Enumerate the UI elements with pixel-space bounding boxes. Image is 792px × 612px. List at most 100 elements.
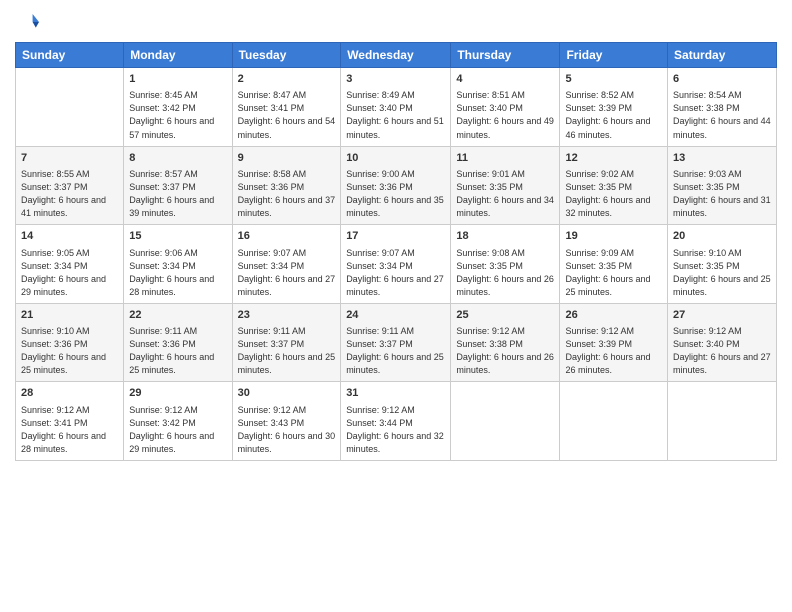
calendar-cell: 31 Sunrise: 9:12 AMSunset: 3:44 PMDayligh… [341, 382, 451, 461]
cell-content: Sunrise: 9:10 AMSunset: 3:36 PMDaylight:… [21, 325, 118, 377]
col-saturday: Saturday [668, 43, 777, 68]
day-number: 5 [565, 72, 662, 87]
calendar-cell [451, 382, 560, 461]
calendar-cell: 7 Sunrise: 8:55 AMSunset: 3:37 PMDaylight… [16, 146, 124, 225]
day-number: 30 [238, 386, 336, 401]
calendar-cell: 14 Sunrise: 9:05 AMSunset: 3:34 PMDayligh… [16, 225, 124, 304]
calendar-cell: 28Sunrise: 9:12 AMSunset: 3:41 PMDayligh… [16, 382, 124, 461]
day-number: 28 [21, 386, 118, 401]
cell-content: Sunrise: 9:12 AMSunset: 3:43 PMDaylight:… [238, 404, 336, 456]
cell-content: Sunrise: 8:57 AMSunset: 3:37 PMDaylight:… [129, 168, 226, 220]
cell-content: Sunrise: 9:11 AMSunset: 3:37 PMDaylight:… [238, 325, 336, 377]
cell-content: Sunrise: 9:12 AMSunset: 3:39 PMDaylight:… [565, 325, 662, 377]
day-number: 20 [673, 229, 771, 244]
calendar-cell: 1 Sunrise: 8:45 AMSunset: 3:42 PMDaylight… [124, 68, 232, 147]
calendar-cell: 19 Sunrise: 9:09 AMSunset: 3:35 PMDayligh… [560, 225, 668, 304]
calendar-cell: 30 Sunrise: 9:12 AMSunset: 3:43 PMDayligh… [232, 382, 341, 461]
calendar-cell: 5 Sunrise: 8:52 AMSunset: 3:39 PMDaylight… [560, 68, 668, 147]
header-row: Sunday Monday Tuesday Wednesday Thursday… [16, 43, 777, 68]
cell-content: Sunrise: 9:10 AMSunset: 3:35 PMDaylight:… [673, 247, 771, 299]
day-number: 29 [129, 386, 226, 401]
logo-icon [15, 10, 39, 34]
cell-content: Sunrise: 9:12 AMSunset: 3:44 PMDaylight:… [346, 404, 445, 456]
col-tuesday: Tuesday [232, 43, 341, 68]
day-number: 27 [673, 308, 771, 323]
day-number: 3 [346, 72, 445, 87]
cell-content: Sunrise: 9:00 AMSunset: 3:36 PMDaylight:… [346, 168, 445, 220]
calendar-cell [16, 68, 124, 147]
cell-content: Sunrise: 9:01 AMSunset: 3:35 PMDaylight:… [456, 168, 554, 220]
cell-content: Sunrise: 8:49 AMSunset: 3:40 PMDaylight:… [346, 89, 445, 141]
calendar-cell [668, 382, 777, 461]
day-number: 16 [238, 229, 336, 244]
calendar-cell: 16 Sunrise: 9:07 AMSunset: 3:34 PMDayligh… [232, 225, 341, 304]
col-thursday: Thursday [451, 43, 560, 68]
cell-content: Sunrise: 9:03 AMSunset: 3:35 PMDaylight:… [673, 168, 771, 220]
cell-content: Sunrise: 9:02 AMSunset: 3:35 PMDaylight:… [565, 168, 662, 220]
day-number: 14 [21, 229, 118, 244]
calendar-cell: 4 Sunrise: 8:51 AMSunset: 3:40 PMDaylight… [451, 68, 560, 147]
day-number: 18 [456, 229, 554, 244]
logo [15, 10, 43, 34]
day-number: 31 [346, 386, 445, 401]
col-wednesday: Wednesday [341, 43, 451, 68]
cell-content: Sunrise: 9:06 AMSunset: 3:34 PMDaylight:… [129, 247, 226, 299]
cell-content: Sunrise: 8:52 AMSunset: 3:39 PMDaylight:… [565, 89, 662, 141]
calendar-cell: 13 Sunrise: 9:03 AMSunset: 3:35 PMDayligh… [668, 146, 777, 225]
col-monday: Monday [124, 43, 232, 68]
calendar-row: 28Sunrise: 9:12 AMSunset: 3:41 PMDayligh… [16, 382, 777, 461]
cell-content: Sunrise: 8:51 AMSunset: 3:40 PMDaylight:… [456, 89, 554, 141]
day-number: 9 [238, 151, 336, 166]
day-number: 25 [456, 308, 554, 323]
calendar-table: Sunday Monday Tuesday Wednesday Thursday… [15, 42, 777, 461]
day-number: 11 [456, 151, 554, 166]
calendar-cell: 2Sunrise: 8:47 AMSunset: 3:41 PMDaylight… [232, 68, 341, 147]
cell-content: Sunrise: 8:55 AMSunset: 3:37 PMDaylight:… [21, 168, 118, 220]
day-number: 22 [129, 308, 226, 323]
day-number: 6 [673, 72, 771, 87]
day-number: 2 [238, 72, 336, 87]
day-number: 8 [129, 151, 226, 166]
day-number: 7 [21, 151, 118, 166]
day-number: 10 [346, 151, 445, 166]
cell-content: Sunrise: 9:09 AMSunset: 3:35 PMDaylight:… [565, 247, 662, 299]
cell-content: Sunrise: 9:07 AMSunset: 3:34 PMDaylight:… [346, 247, 445, 299]
calendar-cell: 27 Sunrise: 9:12 AMSunset: 3:40 PMDayligh… [668, 303, 777, 382]
calendar-cell: 9 Sunrise: 8:58 AMSunset: 3:36 PMDaylight… [232, 146, 341, 225]
cell-content: Sunrise: 9:05 AMSunset: 3:34 PMDaylight:… [21, 247, 118, 299]
calendar-page: Sunday Monday Tuesday Wednesday Thursday… [0, 0, 792, 612]
cell-content: Sunrise: 9:12 AMSunset: 3:38 PMDaylight:… [456, 325, 554, 377]
day-number: 12 [565, 151, 662, 166]
cell-content: Sunrise: 8:58 AMSunset: 3:36 PMDaylight:… [238, 168, 336, 220]
calendar-cell: 6 Sunrise: 8:54 AMSunset: 3:38 PMDaylight… [668, 68, 777, 147]
calendar-cell: 20 Sunrise: 9:10 AMSunset: 3:35 PMDayligh… [668, 225, 777, 304]
col-friday: Friday [560, 43, 668, 68]
cell-content: Sunrise: 9:11 AMSunset: 3:37 PMDaylight:… [346, 325, 445, 377]
calendar-cell: 15Sunrise: 9:06 AMSunset: 3:34 PMDayligh… [124, 225, 232, 304]
cell-content: Sunrise: 8:54 AMSunset: 3:38 PMDaylight:… [673, 89, 771, 141]
day-number: 21 [21, 308, 118, 323]
cell-content: Sunrise: 9:12 AMSunset: 3:40 PMDaylight:… [673, 325, 771, 377]
cell-content: Sunrise: 9:07 AMSunset: 3:34 PMDaylight:… [238, 247, 336, 299]
calendar-row: 1 Sunrise: 8:45 AMSunset: 3:42 PMDaylight… [16, 68, 777, 147]
day-number: 19 [565, 229, 662, 244]
calendar-cell: 21 Sunrise: 9:10 AMSunset: 3:36 PMDayligh… [16, 303, 124, 382]
header [15, 10, 777, 34]
day-number: 26 [565, 308, 662, 323]
cell-content: Sunrise: 8:45 AMSunset: 3:42 PMDaylight:… [129, 89, 226, 141]
day-number: 1 [129, 72, 226, 87]
day-number: 24 [346, 308, 445, 323]
calendar-cell: 23Sunrise: 9:11 AMSunset: 3:37 PMDayligh… [232, 303, 341, 382]
calendar-cell: 3 Sunrise: 8:49 AMSunset: 3:40 PMDaylight… [341, 68, 451, 147]
day-number: 17 [346, 229, 445, 244]
calendar-cell: 10 Sunrise: 9:00 AMSunset: 3:36 PMDayligh… [341, 146, 451, 225]
calendar-cell: 22Sunrise: 9:11 AMSunset: 3:36 PMDayligh… [124, 303, 232, 382]
calendar-row: 7 Sunrise: 8:55 AMSunset: 3:37 PMDaylight… [16, 146, 777, 225]
day-number: 13 [673, 151, 771, 166]
day-number: 4 [456, 72, 554, 87]
calendar-cell: 25 Sunrise: 9:12 AMSunset: 3:38 PMDayligh… [451, 303, 560, 382]
col-sunday: Sunday [16, 43, 124, 68]
calendar-cell: 12 Sunrise: 9:02 AMSunset: 3:35 PMDayligh… [560, 146, 668, 225]
cell-content: Sunrise: 9:08 AMSunset: 3:35 PMDaylight:… [456, 247, 554, 299]
calendar-cell: 8 Sunrise: 8:57 AMSunset: 3:37 PMDaylight… [124, 146, 232, 225]
